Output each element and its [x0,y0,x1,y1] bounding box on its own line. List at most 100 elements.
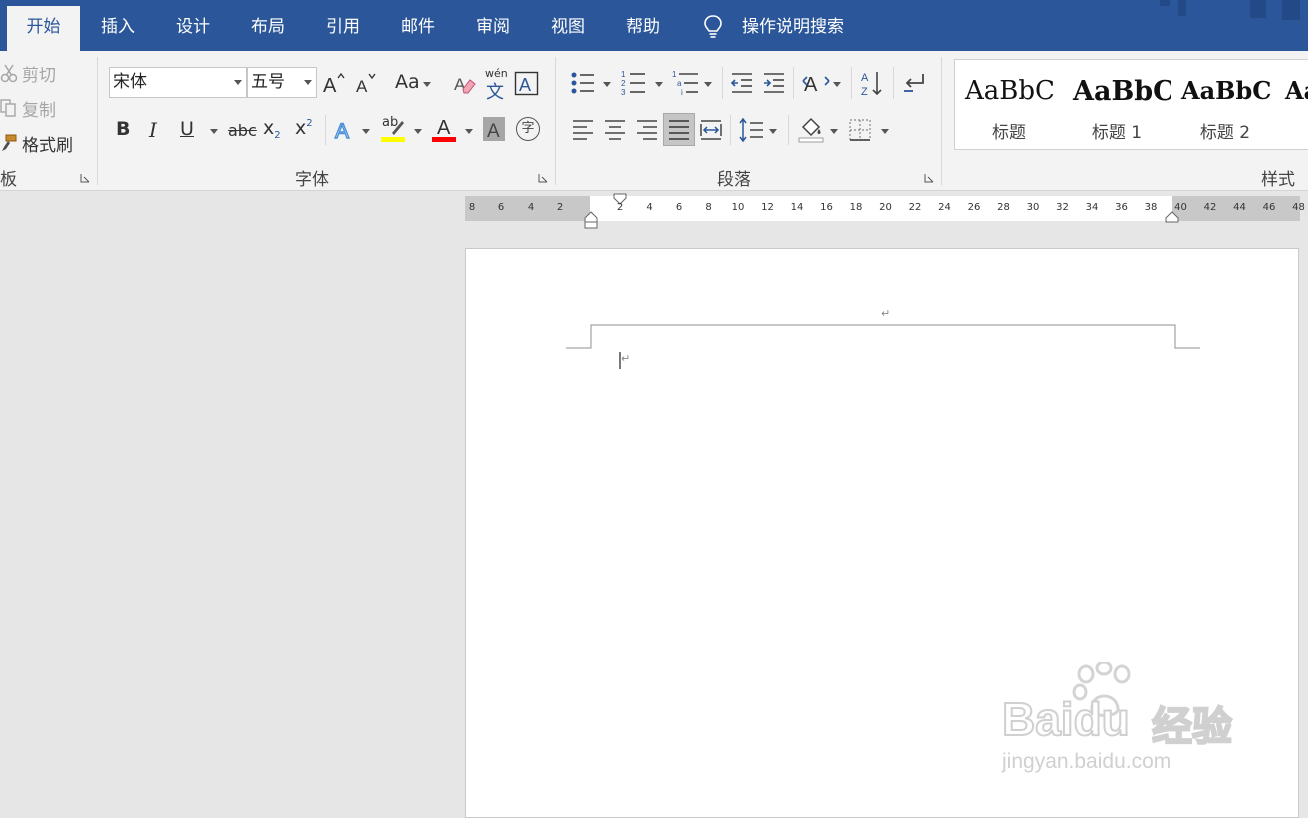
align-center-icon[interactable] [603,118,627,142]
tell-me-search[interactable]: 操作说明搜索 [742,0,844,51]
strikethrough-button[interactable]: abc [228,121,257,143]
phonetic-guide-button[interactable]: wén 文 [484,67,510,103]
ruler-tick: 4 [646,202,653,213]
grow-font-icon[interactable]: A [322,71,346,95]
justify-button[interactable] [663,113,695,146]
increase-indent-icon[interactable] [762,71,786,95]
format-painter-button[interactable]: 格式刷 [0,131,90,157]
tab-home[interactable]: 开始 [7,6,80,51]
hanging-indent-marker-icon[interactable] [584,211,598,229]
numbering-dropdown-icon[interactable] [655,82,663,87]
style-heading-1[interactable]: AaBbC 标题 1 [1063,60,1171,149]
underline-button[interactable]: U [180,118,200,144]
svg-text:A: A [335,120,349,143]
style-name: 标题 [992,123,1026,143]
ruler-tick: 24 [938,202,951,213]
enclose-characters-button[interactable]: 字 [516,117,540,141]
change-case-button[interactable]: Aa [387,71,433,97]
tab-mailings[interactable]: 邮件 [382,0,454,51]
tab-review[interactable]: 审阅 [457,0,529,51]
clear-formatting-icon[interactable]: A [452,71,478,97]
group-divider [851,67,852,99]
svg-text:A: A [437,117,451,137]
superscript-button[interactable]: x2 [295,117,319,145]
ruler-tick: 40 [1174,202,1187,213]
style-heading[interactable]: AaBbC 标题 [955,60,1063,149]
chevron-down-icon [234,80,242,85]
superscript-label: x [295,117,307,139]
highlight-color-swatch [381,137,405,142]
shading-bucket-icon[interactable] [797,115,825,143]
multilevel-list-icon[interactable]: 1 a i [672,69,700,97]
line-spacing-icon[interactable] [738,117,764,143]
align-left-icon[interactable] [571,118,595,142]
shading-dropdown-icon[interactable] [830,129,838,134]
character-border-icon[interactable]: A [514,71,540,97]
bullets-icon[interactable] [570,71,596,95]
multilevel-dropdown-icon[interactable] [704,82,712,87]
subscript-label: x [263,117,275,139]
horizontal-ruler[interactable]: 8 6 4 2 2 4 6 8 10 12 14 16 18 20 22 24 26 28 30 32 34 36… [465,193,1305,229]
ruler-tick: 44 [1233,202,1246,213]
ruler-tick: 12 [761,202,774,213]
font-color-a-icon: A [437,117,451,137]
ribbon-tab-bar: 开始 插入 设计 布局 引用 邮件 审阅 视图 帮助 操作说明搜索 [0,0,1308,51]
paintbrush-icon [2,134,17,151]
copy-button[interactable]: 复制 [0,96,90,122]
shrink-font-icon[interactable]: A [354,71,378,95]
asian-layout-dropdown-icon[interactable] [833,82,841,87]
bullets-dropdown-icon[interactable] [603,82,611,87]
line-spacing-dropdown-icon[interactable] [769,129,777,134]
change-case-label: Aa [395,71,420,93]
clipboard-group-label: 板 [0,170,17,190]
borders-icon[interactable] [848,118,872,142]
italic-button[interactable]: I [149,118,169,144]
bold-button[interactable]: B [116,118,136,144]
style-preview: AaBbC [965,76,1055,106]
decrease-indent-icon[interactable] [730,71,754,95]
text-effects-dropdown-icon[interactable] [362,129,370,134]
font-name-combo[interactable]: 宋体 [109,67,247,98]
subscript-button[interactable]: x2 [263,117,287,145]
tab-layout[interactable]: 布局 [232,0,304,51]
font-color-dropdown-icon[interactable] [465,129,473,134]
header-paragraph-mark: ↵ [881,307,891,320]
format-painter-label: 格式刷 [22,136,73,156]
text-effects-icon[interactable]: A [334,117,358,143]
tab-references[interactable]: 引用 [307,0,379,51]
highlight-button[interactable]: ab [380,115,410,145]
lightbulb-icon[interactable] [702,14,724,40]
distributed-icon[interactable] [699,118,723,142]
tab-design[interactable]: 设计 [157,0,229,51]
borders-dropdown-icon[interactable] [881,129,889,134]
show-hide-marks-icon[interactable] [901,71,927,95]
tab-view[interactable]: 视图 [532,0,604,51]
ruler-tick: 26 [967,202,981,213]
underline-dropdown-icon[interactable] [210,129,218,134]
highlighter-pen-icon [392,121,404,135]
font-dialog-launcher-icon[interactable] [538,173,548,183]
asian-layout-icon[interactable]: A [802,69,830,97]
ruler-tick: 2 [616,202,624,213]
cut-button[interactable]: 剪切 [0,61,90,87]
sort-icon[interactable]: A Z [860,69,886,97]
group-divider [555,57,556,185]
tab-help[interactable]: 帮助 [607,0,679,51]
style-next[interactable]: Aa [1279,60,1308,149]
font-color-swatch [432,137,456,142]
clipboard-dialog-launcher-icon[interactable] [80,173,90,183]
font-color-button[interactable]: A [432,115,458,145]
align-right-icon[interactable] [635,118,659,142]
tab-insert[interactable]: 插入 [82,0,154,51]
highlight-dropdown-icon[interactable] [414,129,422,134]
style-heading-2[interactable]: AaBbC 标题 2 [1171,60,1279,149]
svg-text:1: 1 [621,70,626,79]
paragraph-dialog-launcher-icon[interactable] [924,173,934,183]
ruler-tick: 8 [468,202,476,213]
paragraph-group-label: 段落 [717,170,751,190]
font-size-combo[interactable]: 五号 [247,67,317,98]
numbering-icon[interactable]: 1 2 3 [621,69,647,97]
character-shading-icon[interactable]: A [483,117,505,141]
title-decoration [1250,0,1266,18]
font-group-label: 字体 [295,170,329,190]
